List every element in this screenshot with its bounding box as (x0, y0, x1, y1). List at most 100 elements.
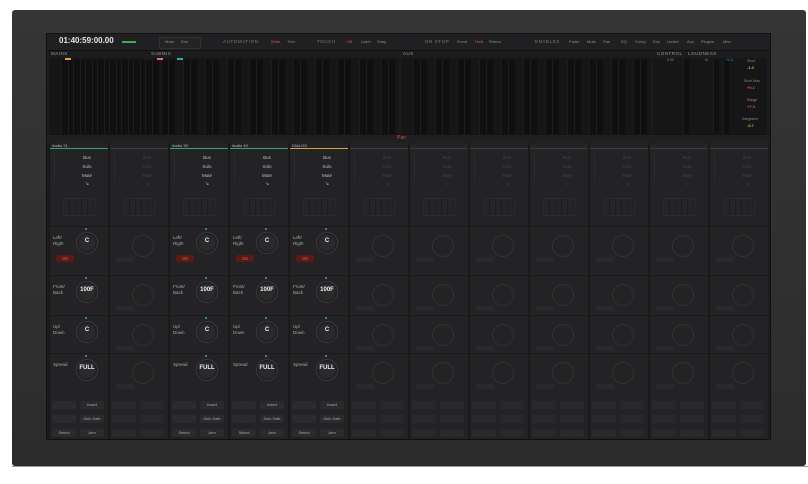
return-button[interactable]: Return (489, 39, 501, 44)
enable-misc[interactable]: Misc (723, 39, 731, 44)
insert-button[interactable]: Insert (260, 401, 284, 409)
solo-safe-button[interactable]: Solo Safe (200, 415, 224, 423)
front-back-knob[interactable]: 100F (316, 281, 338, 303)
mute-button[interactable]: Mute (70, 171, 104, 180)
pan-shift-icon[interactable]: ↘ (310, 180, 344, 189)
blank-button[interactable] (232, 401, 256, 409)
up-down-knob[interactable]: C (196, 321, 218, 343)
pan-position-grid[interactable] (483, 198, 515, 216)
strip-header[interactable]: DIALOG (290, 143, 348, 149)
mute-button[interactable]: Mute (610, 171, 644, 180)
select-button[interactable]: Select (52, 429, 76, 437)
pan-shift-icon[interactable]: ↘ (250, 180, 284, 189)
spread-knob[interactable]: FULL (196, 359, 218, 381)
strip-header[interactable] (350, 143, 408, 149)
strip-header[interactable]: Audio 40 (230, 143, 288, 149)
blank-button[interactable] (172, 401, 196, 409)
pan-position-grid[interactable] (303, 198, 335, 216)
trim-button[interactable]: Trim (287, 39, 295, 44)
strip-header[interactable] (650, 143, 708, 149)
pan-position-grid[interactable] (663, 198, 695, 216)
bus-button[interactable]: Bus (250, 153, 284, 162)
left-right-knob[interactable]: C (256, 232, 278, 254)
left-right-knob[interactable]: C (196, 232, 218, 254)
pan-position-grid[interactable] (363, 198, 395, 216)
front-back-knob[interactable]: 100F (256, 281, 278, 303)
pan-position-grid[interactable] (603, 198, 635, 216)
bus-button[interactable]: Bus (670, 153, 704, 162)
pan-position-grid[interactable] (543, 198, 575, 216)
strip-header[interactable] (470, 143, 528, 149)
spread-knob[interactable]: FULL (316, 359, 338, 381)
mute-button[interactable]: Mute (130, 171, 164, 180)
mute-button[interactable]: Mute (370, 171, 404, 180)
bus-button[interactable]: Bus (370, 153, 404, 162)
bus-button[interactable]: Bus (490, 153, 524, 162)
mute-button[interactable]: Mute (490, 171, 524, 180)
blank-button[interactable] (292, 415, 316, 423)
blank-button[interactable] (292, 401, 316, 409)
solo-safe-button[interactable]: Solo Safe (320, 415, 344, 423)
enable-comp[interactable]: Comp (635, 39, 646, 44)
bus-button[interactable]: Bus (130, 153, 164, 162)
solo-safe-button[interactable]: Solo Safe (80, 415, 104, 423)
blank-button[interactable] (232, 415, 256, 423)
pan-shift-icon[interactable]: ↘ (610, 180, 644, 189)
bus-button[interactable]: Bus (730, 153, 764, 162)
solo-button[interactable]: Solo (730, 162, 764, 171)
solo-button[interactable]: Solo (190, 162, 224, 171)
strip-header[interactable] (530, 143, 588, 149)
bus-button[interactable]: Bus (310, 153, 344, 162)
write-button[interactable]: Write (271, 39, 280, 44)
enable-pan[interactable]: Pan (603, 39, 610, 44)
touch-latch-button[interactable]: Latch (361, 39, 371, 44)
pan-shift-icon[interactable]: ↘ (670, 180, 704, 189)
pan-position-grid[interactable] (63, 198, 95, 216)
arm-button[interactable]: Arm (200, 429, 224, 437)
pan-on-button[interactable]: On (176, 255, 194, 262)
event-button[interactable]: Event (457, 39, 467, 44)
bus-button[interactable]: Bus (430, 153, 464, 162)
solo-button[interactable]: Solo (70, 162, 104, 171)
pan-shift-icon[interactable]: ↘ (490, 180, 524, 189)
strip-header[interactable] (590, 143, 648, 149)
spread-knob[interactable]: FULL (76, 359, 98, 381)
up-down-knob[interactable]: C (316, 321, 338, 343)
mute-button[interactable]: Mute (730, 171, 764, 180)
mute-button[interactable]: Mute (430, 171, 464, 180)
dim-button[interactable]: Dim (181, 39, 188, 44)
solo-button[interactable]: Solo (550, 162, 584, 171)
enable-exp[interactable]: Exp (653, 39, 660, 44)
insert-button[interactable]: Insert (320, 401, 344, 409)
pan-position-grid[interactable] (243, 198, 275, 216)
pan-shift-icon[interactable]: ↘ (370, 180, 404, 189)
pan-shift-icon[interactable]: ↘ (550, 180, 584, 189)
select-button[interactable]: Select (292, 429, 316, 437)
pan-shift-icon[interactable]: ↘ (190, 180, 224, 189)
arm-button[interactable]: Arm (260, 429, 284, 437)
pan-position-grid[interactable] (423, 198, 455, 216)
enable-aux[interactable]: Aux (687, 39, 694, 44)
blank-button[interactable] (52, 415, 76, 423)
touch-snap-button[interactable]: Snap (377, 39, 386, 44)
pan-shift-icon[interactable]: ↘ (730, 180, 764, 189)
strip-header[interactable]: Audio 30 (170, 143, 228, 149)
solo-button[interactable]: Solo (430, 162, 464, 171)
strip-header[interactable] (410, 143, 468, 149)
mute-button[interactable]: Mute (670, 171, 704, 180)
pan-position-grid[interactable] (183, 198, 215, 216)
solo-button[interactable]: Solo (610, 162, 644, 171)
pan-shift-icon[interactable]: ↘ (430, 180, 464, 189)
spread-knob[interactable]: FULL (256, 359, 278, 381)
up-down-knob[interactable]: C (256, 321, 278, 343)
enable-mute[interactable]: Mute (587, 39, 596, 44)
enable-fader[interactable]: Fader (569, 39, 579, 44)
enable-eq[interactable]: EQ (621, 39, 627, 44)
mute-button[interactable]: Mute (310, 171, 344, 180)
solo-button[interactable]: Solo (130, 162, 164, 171)
solo-button[interactable]: Solo (670, 162, 704, 171)
strip-header[interactable]: Audio 21 (50, 143, 108, 149)
mute-button[interactable]: Mute (550, 171, 584, 180)
solo-safe-button[interactable]: Solo Safe (260, 415, 284, 423)
enable-plugins[interactable]: Plugins (701, 39, 714, 44)
